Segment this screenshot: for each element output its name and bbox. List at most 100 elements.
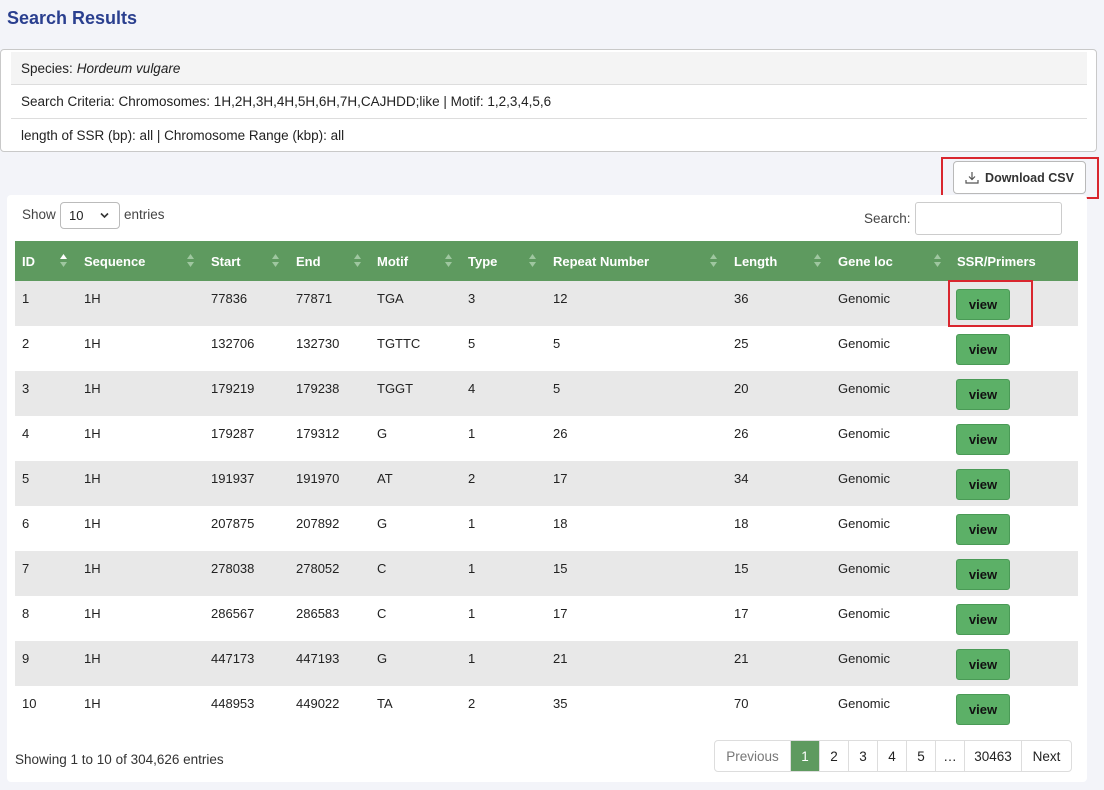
pagination-next[interactable]: Next xyxy=(1021,741,1071,771)
cell-id: 6 xyxy=(22,516,30,531)
cell-start: 448953 xyxy=(211,696,255,711)
pagination-page-5[interactable]: 5 xyxy=(906,741,935,771)
view-button[interactable]: view xyxy=(956,604,1010,635)
header-sequence-label: Sequence xyxy=(84,253,146,269)
range-row: length of SSR (bp): all | Chromosome Ran… xyxy=(11,119,1087,152)
cell-length: 25 xyxy=(734,336,749,351)
cell-gene-loc: Genomic xyxy=(838,381,891,396)
cell-gene-loc: Genomic xyxy=(838,291,891,306)
cell-motif: AT xyxy=(377,471,393,486)
header-type[interactable]: Type xyxy=(461,241,546,281)
cell-start: 278038 xyxy=(211,561,255,576)
cell-id: 1 xyxy=(22,291,30,306)
pagination-previous[interactable]: Previous xyxy=(715,741,790,771)
cell-motif: G xyxy=(377,516,388,531)
cell-type: 4 xyxy=(468,381,476,396)
cell-start: 286567 xyxy=(211,606,255,621)
cell-end: 132730 xyxy=(296,336,340,351)
cell-motif: C xyxy=(377,606,387,621)
view-button[interactable]: view xyxy=(956,469,1010,500)
cell-motif: TA xyxy=(377,696,393,711)
header-motif[interactable]: Motif xyxy=(370,241,461,281)
view-button[interactable]: view xyxy=(956,424,1010,455)
sort-asc-icon xyxy=(60,254,67,267)
cell-repeat-number: 18 xyxy=(553,516,568,531)
header-start[interactable]: Start xyxy=(204,241,289,281)
cell-type: 1 xyxy=(468,561,476,576)
pagination: Previous 1 2 3 4 5 … 30463 Next xyxy=(714,740,1072,772)
cell-start: 207875 xyxy=(211,516,255,531)
cell-repeat-number: 15 xyxy=(553,561,568,576)
search-input[interactable] xyxy=(915,202,1062,235)
cell-type: 5 xyxy=(468,336,476,351)
cell-repeat-number: 12 xyxy=(553,291,568,306)
table-row: 9 1H 447173 447193 G 1 21 21 Genomic vie… xyxy=(15,641,1078,686)
cell-motif: C xyxy=(377,561,387,576)
cell-gene-loc: Genomic xyxy=(838,606,891,621)
cell-type: 1 xyxy=(468,516,476,531)
cell-start: 179287 xyxy=(211,426,255,441)
header-type-label: Type xyxy=(468,253,498,269)
view-button[interactable]: view xyxy=(956,334,1010,365)
download-csv-button[interactable]: Download CSV xyxy=(953,161,1086,194)
pagination-page-2[interactable]: 2 xyxy=(819,741,848,771)
pagination-page-3[interactable]: 3 xyxy=(848,741,877,771)
cell-gene-loc: Genomic xyxy=(838,561,891,576)
header-length[interactable]: Length xyxy=(727,241,831,281)
cell-length: 21 xyxy=(734,651,749,666)
view-button[interactable]: view xyxy=(956,379,1010,410)
header-end[interactable]: End xyxy=(289,241,370,281)
cell-end: 449022 xyxy=(296,696,340,711)
range-text: length of SSR (bp): all | Chromosome Ran… xyxy=(21,128,345,143)
download-csv-label: Download CSV xyxy=(985,170,1074,185)
cell-gene-loc: Genomic xyxy=(838,651,891,666)
chevron-down-icon xyxy=(100,212,109,219)
entries-per-page-select[interactable]: 10 xyxy=(60,202,120,229)
header-repeat-number[interactable]: Repeat Number xyxy=(546,241,727,281)
table-row: 4 1H 179287 179312 G 1 26 26 Genomic vie… xyxy=(15,416,1078,461)
pagination-page-4[interactable]: 4 xyxy=(877,741,906,771)
cell-motif: G xyxy=(377,651,388,666)
cell-id: 5 xyxy=(22,471,30,486)
cell-id: 7 xyxy=(22,561,30,576)
view-button[interactable]: view xyxy=(956,559,1010,590)
cell-length: 18 xyxy=(734,516,749,531)
header-end-label: End xyxy=(296,253,321,269)
cell-type: 1 xyxy=(468,606,476,621)
pagination-page-last[interactable]: 30463 xyxy=(964,741,1021,771)
view-button[interactable]: view xyxy=(956,514,1010,545)
cell-type: 1 xyxy=(468,651,476,666)
cell-length: 17 xyxy=(734,606,749,621)
view-button[interactable]: view xyxy=(956,694,1010,725)
cell-length: 15 xyxy=(734,561,749,576)
cell-end: 191970 xyxy=(296,471,340,486)
cell-id: 4 xyxy=(22,426,30,441)
cell-gene-loc: Genomic xyxy=(838,471,891,486)
cell-type: 2 xyxy=(468,696,476,711)
table-info: Showing 1 to 10 of 304,626 entries xyxy=(15,752,224,767)
cell-motif: TGGT xyxy=(377,381,414,396)
header-sequence[interactable]: Sequence xyxy=(77,241,204,281)
header-id[interactable]: ID xyxy=(15,241,77,281)
table-body: 1 1H 77836 77871 TGA 3 12 36 Genomic vie… xyxy=(15,281,1078,731)
cell-start: 179219 xyxy=(211,381,255,396)
header-motif-label: Motif xyxy=(377,253,409,269)
cell-type: 2 xyxy=(468,471,476,486)
sort-icon xyxy=(187,254,194,267)
header-ssr-primers: SSR/Primers xyxy=(950,241,1078,281)
sort-icon xyxy=(354,254,361,267)
cell-motif: G xyxy=(377,426,388,441)
cell-sequence: 1H xyxy=(84,336,101,351)
header-repeat-number-label: Repeat Number xyxy=(553,253,650,269)
cell-type: 3 xyxy=(468,291,476,306)
table-row: 6 1H 207875 207892 G 1 18 18 Genomic vie… xyxy=(15,506,1078,551)
cell-length: 20 xyxy=(734,381,749,396)
pagination-page-1[interactable]: 1 xyxy=(790,741,819,771)
view-button[interactable]: view xyxy=(956,649,1010,680)
table-row: 8 1H 286567 286583 C 1 17 17 Genomic vie… xyxy=(15,596,1078,641)
cell-end: 278052 xyxy=(296,561,340,576)
header-gene-loc[interactable]: Gene loc xyxy=(831,241,950,281)
species-row: Species: Hordeum vulgare xyxy=(11,52,1087,85)
cell-start: 132706 xyxy=(211,336,255,351)
cell-end: 179312 xyxy=(296,426,340,441)
